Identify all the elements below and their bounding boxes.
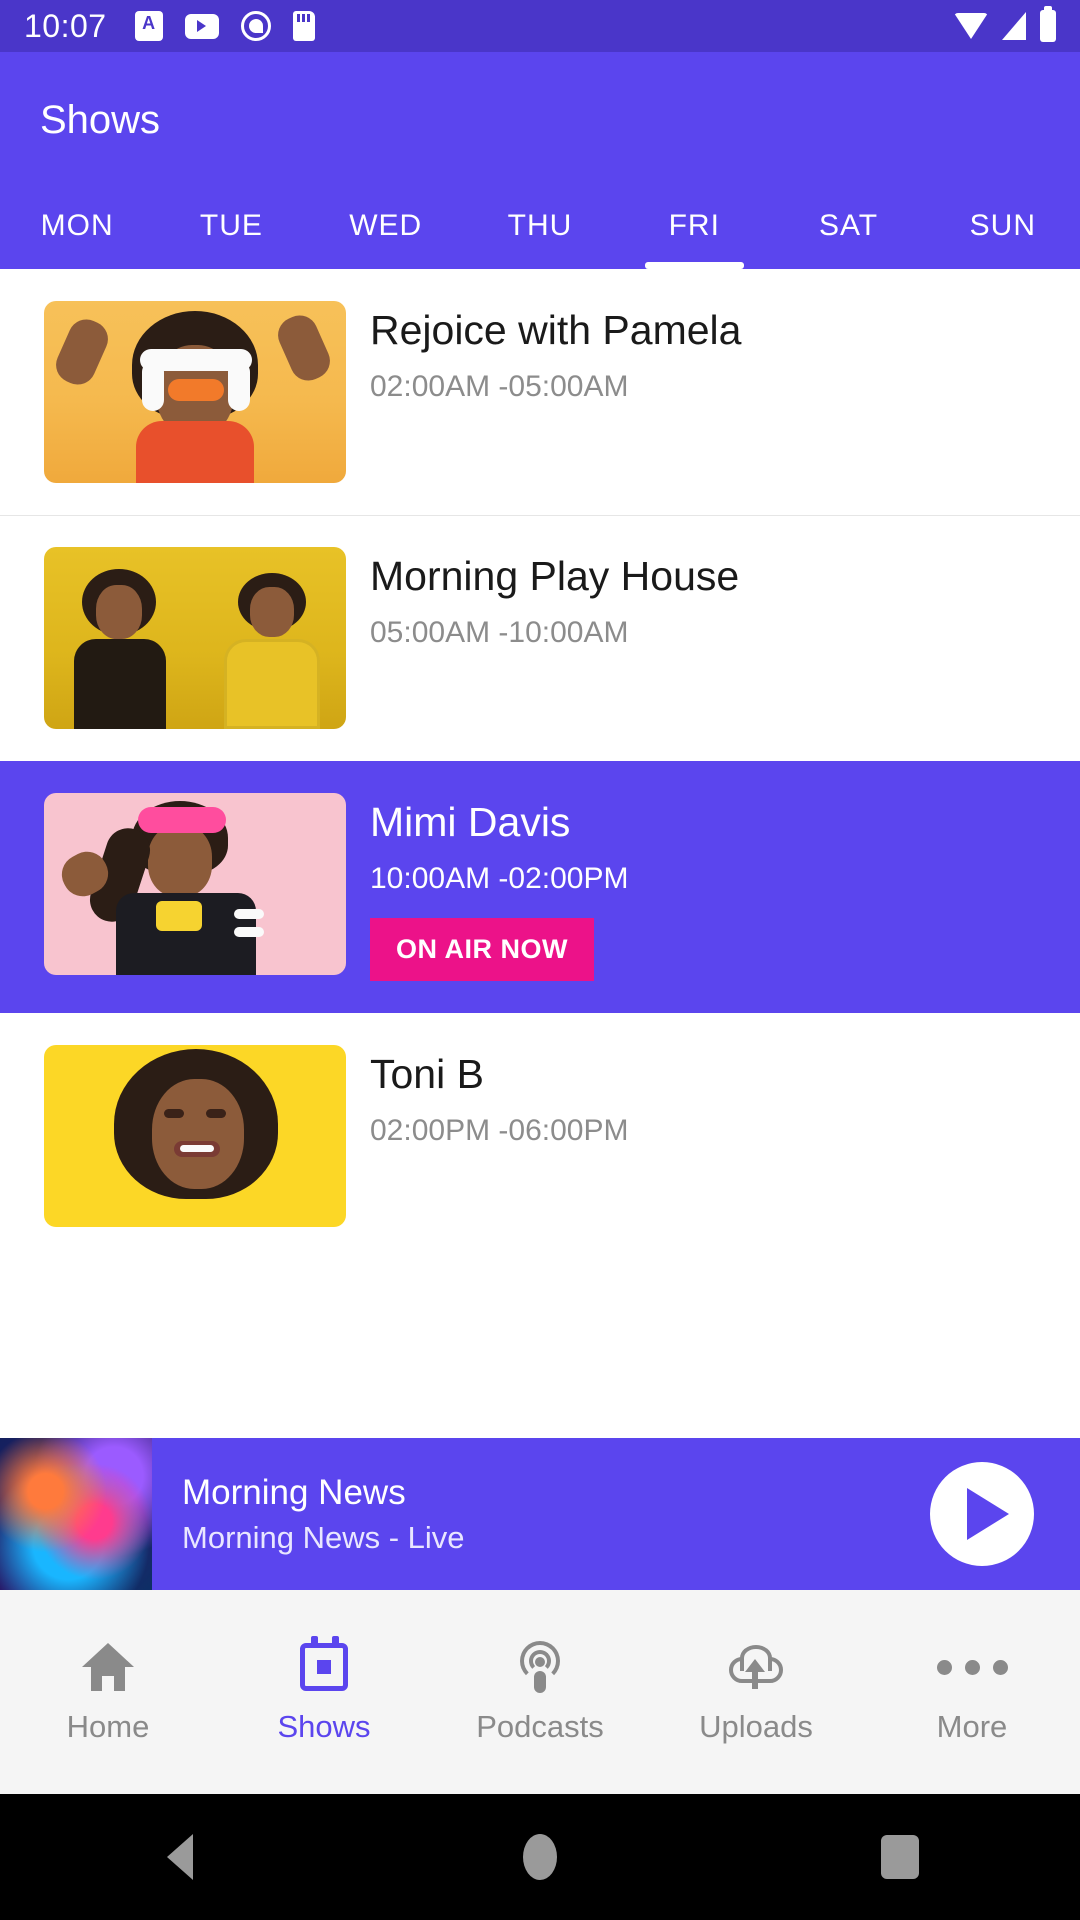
player-artwork: [0, 1438, 152, 1590]
show-time: 10:00AM -02:00PM: [370, 862, 629, 896]
nav-label-more: More: [936, 1709, 1008, 1744]
recents-square-icon: [881, 1835, 919, 1879]
status-clock: 10:07: [24, 7, 107, 44]
show-meta: Rejoice with Pamela 02:00AM -05:00AM: [346, 301, 1040, 404]
status-badge: ON AIR NOW: [370, 918, 594, 982]
show-title: Mimi Davis: [370, 799, 571, 845]
mini-player[interactable]: Morning News Morning News - Live: [0, 1438, 1080, 1590]
tab-mon[interactable]: MON: [0, 195, 154, 269]
cell-signal-icon: [1002, 12, 1026, 40]
more-horizontal-icon: [936, 1639, 1008, 1695]
show-thumbnail: [44, 547, 346, 729]
android-home-button[interactable]: [360, 1834, 720, 1880]
show-time: 02:00PM -06:00PM: [370, 1114, 629, 1148]
nav-item-home[interactable]: Home: [0, 1639, 216, 1745]
player-title: Morning News: [182, 1473, 406, 1512]
nav-label-home: Home: [66, 1709, 150, 1744]
show-list-item[interactable]: Rejoice with Pamela 02:00AM -05:00AM: [0, 269, 1080, 515]
bottom-navigation: Home Shows Podcasts Uploads More: [0, 1590, 1080, 1794]
show-thumbnail: [44, 301, 346, 483]
show-list-item[interactable]: Morning Play House 05:00AM -10:00AM: [0, 515, 1080, 761]
show-meta: Toni B 02:00PM -06:00PM: [346, 1045, 1040, 1148]
nav-item-more[interactable]: More: [864, 1639, 1080, 1745]
battery-icon: [1040, 6, 1056, 42]
show-title: Morning Play House: [370, 553, 740, 599]
show-title: Rejoice with Pamela: [370, 307, 742, 353]
show-title: Toni B: [370, 1051, 484, 1098]
show-list: Rejoice with Pamela 02:00AM -05:00AM Mor…: [0, 269, 1080, 1260]
nav-label-shows: Shows: [277, 1709, 371, 1744]
youtube-icon: [184, 13, 219, 39]
phone-screen: 10:07 A Shows MON TUE WED THU FRI SAT SU…: [0, 0, 1080, 1920]
app-bar: Shows MON TUE WED THU FRI SAT SUN: [0, 52, 1080, 269]
show-time: 05:00AM -10:00AM: [370, 616, 629, 650]
status-notification-icons: A: [134, 11, 315, 41]
page-title: Shows: [40, 98, 161, 142]
show-thumbnail: [44, 1045, 346, 1228]
show-meta: Morning Play House 05:00AM -10:00AM: [346, 547, 1040, 650]
translate-icon: A: [134, 11, 163, 41]
player-subtitle: Morning News - Live: [182, 1520, 465, 1555]
home-circle-icon: [523, 1834, 557, 1880]
tab-sun[interactable]: SUN: [926, 195, 1080, 269]
show-time: 02:00AM -05:00AM: [370, 370, 629, 404]
day-tabs: MON TUE WED THU FRI SAT SUN: [0, 195, 1080, 269]
tab-sat[interactable]: SAT: [771, 195, 925, 269]
nav-item-podcasts[interactable]: Podcasts: [432, 1639, 648, 1745]
back-triangle-icon: [167, 1834, 193, 1880]
play-icon: [967, 1488, 1009, 1540]
tab-fri[interactable]: FRI: [617, 195, 771, 269]
wifi-icon: [954, 13, 988, 39]
play-button[interactable]: [930, 1462, 1034, 1566]
sd-card-icon: [292, 11, 315, 41]
cloud-upload-icon: [727, 1639, 785, 1695]
nav-item-shows[interactable]: Shows: [216, 1636, 432, 1745]
tab-tue[interactable]: TUE: [154, 195, 308, 269]
status-system-icons: [954, 6, 1056, 42]
player-meta: Morning News Morning News - Live: [152, 1472, 930, 1556]
status-bar: 10:07 A: [0, 0, 1080, 52]
podcast-icon: [514, 1639, 566, 1695]
show-list-item[interactable]: Toni B 02:00PM -06:00PM: [0, 1013, 1080, 1259]
show-thumbnail: [44, 793, 346, 975]
tab-wed[interactable]: WED: [309, 195, 463, 269]
nav-label-podcasts: Podcasts: [476, 1709, 604, 1744]
show-list-item-on-air[interactable]: Mimi Davis 10:00AM -02:00PM ON AIR NOW: [0, 761, 1080, 1014]
home-icon: [82, 1639, 134, 1695]
tab-thu[interactable]: THU: [463, 195, 617, 269]
android-system-nav: [0, 1794, 1080, 1920]
nav-item-uploads[interactable]: Uploads: [648, 1639, 864, 1745]
android-recents-button[interactable]: [720, 1835, 1080, 1879]
show-meta: Mimi Davis 10:00AM -02:00PM ON AIR NOW: [346, 793, 1040, 982]
q-circle-icon: [240, 11, 271, 41]
calendar-icon: [300, 1636, 348, 1695]
nav-label-uploads: Uploads: [699, 1709, 813, 1744]
android-back-button[interactable]: [0, 1834, 360, 1880]
